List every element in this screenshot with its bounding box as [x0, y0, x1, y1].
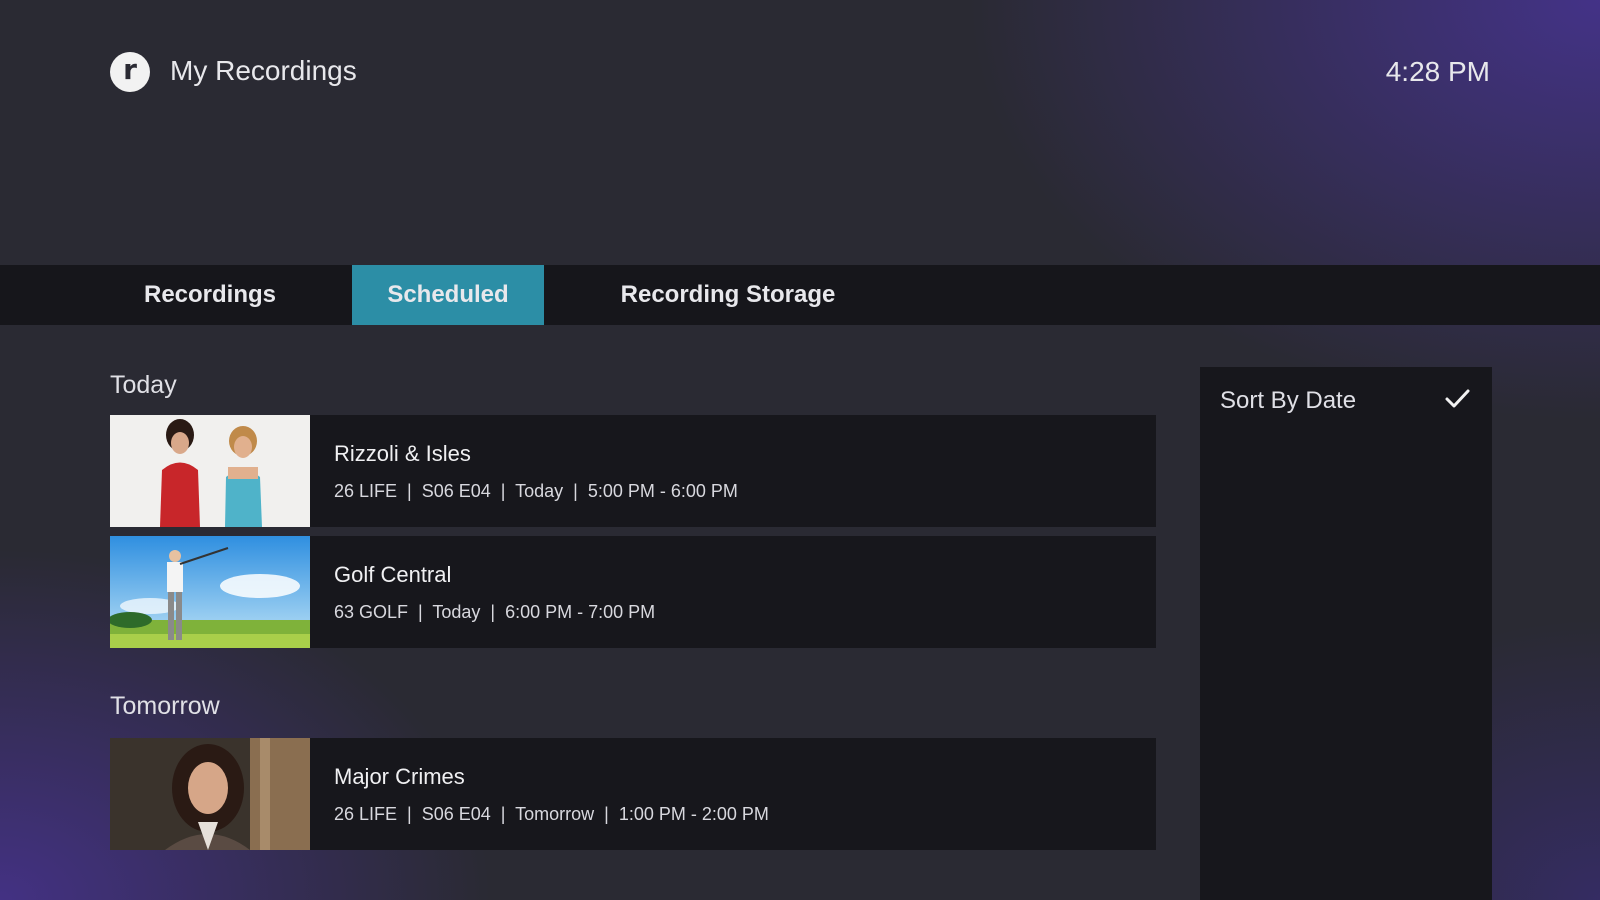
tab-scheduled[interactable]: Scheduled	[352, 265, 544, 325]
recording-item[interactable]: Rizzoli & Isles 26 LIFE | S06 E04 | Toda…	[110, 415, 1156, 527]
tab-recordings[interactable]: Recordings	[110, 265, 310, 325]
clock: 4:28 PM	[1385, 56, 1490, 87]
recording-title: Rizzoli & Isles	[334, 441, 471, 466]
show-thumbnail	[110, 738, 310, 850]
recording-meta: 63 GOLF | Today | 6:00 PM - 7:00 PM	[334, 602, 656, 622]
sort-panel: Sort By Date	[1200, 367, 1492, 900]
section-label-today: Today	[110, 371, 177, 399]
tab-recording-storage[interactable]: Recording Storage	[590, 265, 866, 325]
show-thumbnail	[110, 415, 310, 527]
recording-meta: 26 LIFE | S06 E04 | Tomorrow | 1:00 PM -…	[334, 804, 769, 824]
app-logo-icon: r	[110, 52, 150, 92]
sort-label: Sort By Date	[1220, 387, 1357, 414]
recording-title: Major Crimes	[334, 764, 465, 789]
app-header: r My Recordings 4:28 PM	[0, 0, 1600, 265]
recording-item[interactable]: Major Crimes 26 LIFE | S06 E04 | Tomorro…	[110, 738, 1156, 850]
section-label-tomorrow: Tomorrow	[110, 692, 220, 720]
recording-meta: 26 LIFE | S06 E04 | Today | 5:00 PM - 6:…	[334, 481, 738, 501]
show-thumbnail	[110, 536, 310, 648]
tab-bar: Recordings Scheduled Recording Storage	[0, 265, 1600, 325]
recording-title: Golf Central	[334, 562, 452, 587]
page-title: My Recordings	[170, 55, 357, 86]
recording-item[interactable]: Golf Central 63 GOLF | Today | 6:00 PM -…	[110, 536, 1156, 648]
check-icon	[1442, 384, 1472, 419]
sort-by-date-option[interactable]: Sort By Date	[1200, 367, 1492, 435]
